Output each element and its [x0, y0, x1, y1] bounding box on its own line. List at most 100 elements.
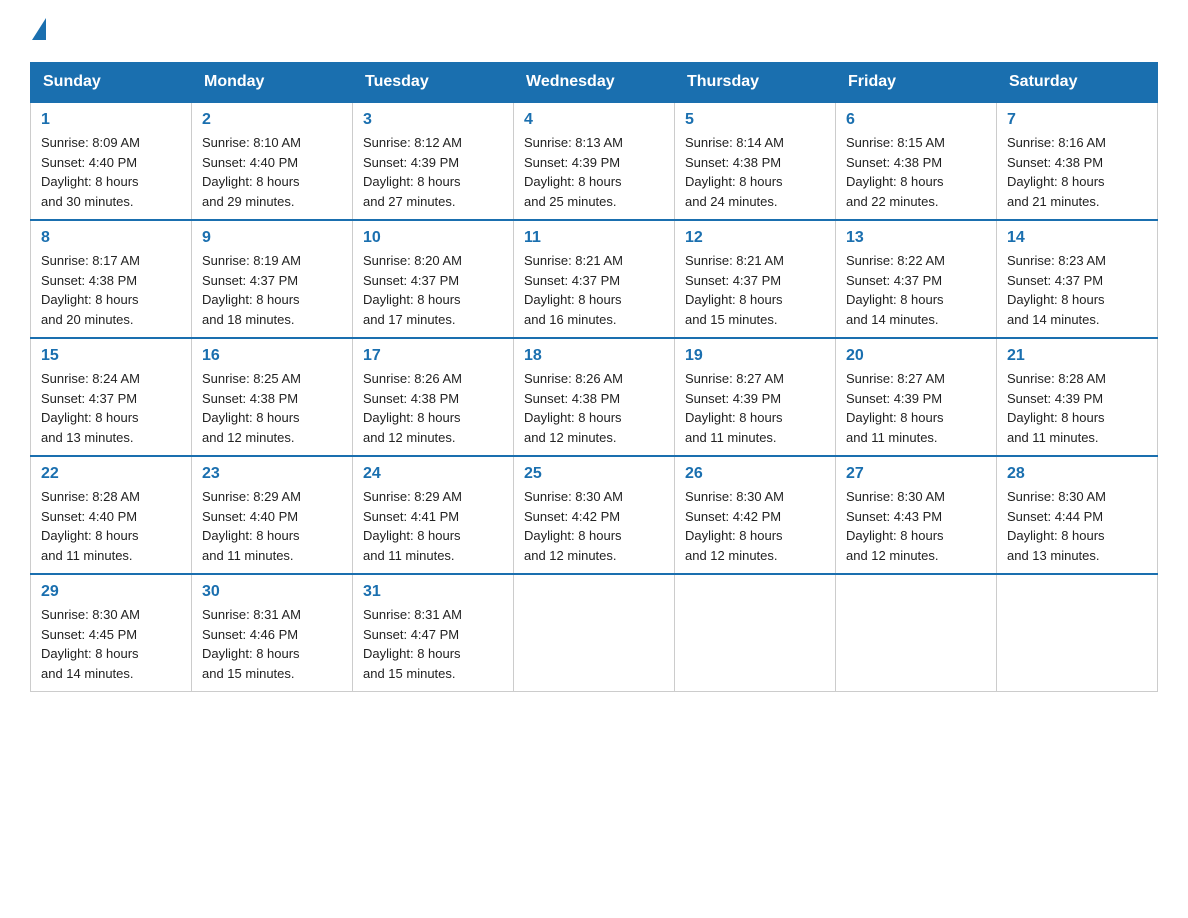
day-cell: 22 Sunrise: 8:28 AMSunset: 4:40 PMDayligh…	[31, 456, 192, 574]
day-number: 23	[202, 465, 342, 483]
logo-triangle-icon	[32, 18, 46, 40]
header-day-wednesday: Wednesday	[514, 63, 675, 103]
day-number: 13	[846, 229, 986, 247]
day-info: Sunrise: 8:14 AMSunset: 4:38 PMDaylight:…	[685, 133, 825, 211]
day-info: Sunrise: 8:30 AMSunset: 4:44 PMDaylight:…	[1007, 487, 1147, 565]
day-number: 16	[202, 347, 342, 365]
day-number: 21	[1007, 347, 1147, 365]
day-cell: 21 Sunrise: 8:28 AMSunset: 4:39 PMDayligh…	[997, 338, 1158, 456]
day-info: Sunrise: 8:31 AMSunset: 4:47 PMDaylight:…	[363, 605, 503, 683]
day-number: 19	[685, 347, 825, 365]
header-day-saturday: Saturday	[997, 63, 1158, 103]
day-info: Sunrise: 8:16 AMSunset: 4:38 PMDaylight:…	[1007, 133, 1147, 211]
day-info: Sunrise: 8:09 AMSunset: 4:40 PMDaylight:…	[41, 133, 181, 211]
day-cell: 18Sunrise: 8:26 AMSunset: 4:38 PMDayligh…	[514, 338, 675, 456]
day-number: 9	[202, 229, 342, 247]
day-cell	[997, 574, 1158, 692]
calendar-header-row: SundayMondayTuesdayWednesdayThursdayFrid…	[31, 63, 1158, 103]
day-cell: 13 Sunrise: 8:22 AMSunset: 4:37 PMDayligh…	[836, 220, 997, 338]
day-number: 31	[363, 583, 503, 601]
day-number: 18	[524, 347, 664, 365]
day-number: 20	[846, 347, 986, 365]
day-info: Sunrise: 8:15 AMSunset: 4:38 PMDaylight:…	[846, 133, 986, 211]
day-cell: 4 Sunrise: 8:13 AMSunset: 4:39 PMDaylight…	[514, 102, 675, 220]
day-info: Sunrise: 8:21 AMSunset: 4:37 PMDaylight:…	[524, 251, 664, 329]
day-info: Sunrise: 8:27 AMSunset: 4:39 PMDaylight:…	[685, 369, 825, 447]
day-cell: 12 Sunrise: 8:21 AMSunset: 4:37 PMDayligh…	[675, 220, 836, 338]
day-cell: 10 Sunrise: 8:20 AMSunset: 4:37 PMDayligh…	[353, 220, 514, 338]
day-number: 15	[41, 347, 181, 365]
day-cell	[836, 574, 997, 692]
day-info: Sunrise: 8:13 AMSunset: 4:39 PMDaylight:…	[524, 133, 664, 211]
day-number: 8	[41, 229, 181, 247]
day-number: 30	[202, 583, 342, 601]
day-number: 3	[363, 111, 503, 129]
header-day-friday: Friday	[836, 63, 997, 103]
day-cell	[514, 574, 675, 692]
day-number: 7	[1007, 111, 1147, 129]
day-cell: 26 Sunrise: 8:30 AMSunset: 4:42 PMDayligh…	[675, 456, 836, 574]
day-cell: 24 Sunrise: 8:29 AMSunset: 4:41 PMDayligh…	[353, 456, 514, 574]
day-number: 27	[846, 465, 986, 483]
day-cell: 16Sunrise: 8:25 AMSunset: 4:38 PMDayligh…	[192, 338, 353, 456]
day-cell: 9 Sunrise: 8:19 AMSunset: 4:37 PMDaylight…	[192, 220, 353, 338]
day-cell: 5 Sunrise: 8:14 AMSunset: 4:38 PMDaylight…	[675, 102, 836, 220]
day-number: 1	[41, 111, 181, 129]
day-number: 26	[685, 465, 825, 483]
day-info: Sunrise: 8:20 AMSunset: 4:37 PMDaylight:…	[363, 251, 503, 329]
page-header	[30, 20, 1158, 42]
week-row-2: 8Sunrise: 8:17 AMSunset: 4:38 PMDaylight…	[31, 220, 1158, 338]
day-info: Sunrise: 8:30 AMSunset: 4:42 PMDaylight:…	[685, 487, 825, 565]
day-cell: 23Sunrise: 8:29 AMSunset: 4:40 PMDayligh…	[192, 456, 353, 574]
calendar-table: SundayMondayTuesdayWednesdayThursdayFrid…	[30, 62, 1158, 692]
day-cell: 15 Sunrise: 8:24 AMSunset: 4:37 PMDayligh…	[31, 338, 192, 456]
day-cell: 2Sunrise: 8:10 AMSunset: 4:40 PMDaylight…	[192, 102, 353, 220]
day-number: 10	[363, 229, 503, 247]
day-cell: 7 Sunrise: 8:16 AMSunset: 4:38 PMDaylight…	[997, 102, 1158, 220]
header-day-monday: Monday	[192, 63, 353, 103]
day-number: 5	[685, 111, 825, 129]
day-number: 14	[1007, 229, 1147, 247]
day-info: Sunrise: 8:30 AMSunset: 4:45 PMDaylight:…	[41, 605, 181, 683]
day-cell: 1 Sunrise: 8:09 AMSunset: 4:40 PMDaylight…	[31, 102, 192, 220]
day-info: Sunrise: 8:23 AMSunset: 4:37 PMDaylight:…	[1007, 251, 1147, 329]
day-number: 29	[41, 583, 181, 601]
header-day-tuesday: Tuesday	[353, 63, 514, 103]
day-info: Sunrise: 8:28 AMSunset: 4:39 PMDaylight:…	[1007, 369, 1147, 447]
day-info: Sunrise: 8:19 AMSunset: 4:37 PMDaylight:…	[202, 251, 342, 329]
day-cell: 11 Sunrise: 8:21 AMSunset: 4:37 PMDayligh…	[514, 220, 675, 338]
logo	[30, 20, 46, 42]
day-cell: 14 Sunrise: 8:23 AMSunset: 4:37 PMDayligh…	[997, 220, 1158, 338]
day-number: 17	[363, 347, 503, 365]
day-info: Sunrise: 8:24 AMSunset: 4:37 PMDaylight:…	[41, 369, 181, 447]
day-info: Sunrise: 8:30 AMSunset: 4:43 PMDaylight:…	[846, 487, 986, 565]
day-cell: 28 Sunrise: 8:30 AMSunset: 4:44 PMDayligh…	[997, 456, 1158, 574]
day-cell: 25Sunrise: 8:30 AMSunset: 4:42 PMDayligh…	[514, 456, 675, 574]
day-number: 12	[685, 229, 825, 247]
day-cell: 29 Sunrise: 8:30 AMSunset: 4:45 PMDayligh…	[31, 574, 192, 692]
day-cell: 17 Sunrise: 8:26 AMSunset: 4:38 PMDayligh…	[353, 338, 514, 456]
day-number: 22	[41, 465, 181, 483]
day-number: 11	[524, 229, 664, 247]
day-info: Sunrise: 8:22 AMSunset: 4:37 PMDaylight:…	[846, 251, 986, 329]
day-number: 24	[363, 465, 503, 483]
day-info: Sunrise: 8:21 AMSunset: 4:37 PMDaylight:…	[685, 251, 825, 329]
day-cell: 6 Sunrise: 8:15 AMSunset: 4:38 PMDaylight…	[836, 102, 997, 220]
day-info: Sunrise: 8:26 AMSunset: 4:38 PMDaylight:…	[363, 369, 503, 447]
day-number: 6	[846, 111, 986, 129]
day-cell: 8Sunrise: 8:17 AMSunset: 4:38 PMDaylight…	[31, 220, 192, 338]
header-day-thursday: Thursday	[675, 63, 836, 103]
day-info: Sunrise: 8:31 AMSunset: 4:46 PMDaylight:…	[202, 605, 342, 683]
week-row-3: 15 Sunrise: 8:24 AMSunset: 4:37 PMDayligh…	[31, 338, 1158, 456]
day-info: Sunrise: 8:28 AMSunset: 4:40 PMDaylight:…	[41, 487, 181, 565]
day-cell: 30 Sunrise: 8:31 AMSunset: 4:46 PMDayligh…	[192, 574, 353, 692]
day-number: 28	[1007, 465, 1147, 483]
day-cell: 3 Sunrise: 8:12 AMSunset: 4:39 PMDaylight…	[353, 102, 514, 220]
day-info: Sunrise: 8:29 AMSunset: 4:41 PMDaylight:…	[363, 487, 503, 565]
day-number: 4	[524, 111, 664, 129]
day-info: Sunrise: 8:12 AMSunset: 4:39 PMDaylight:…	[363, 133, 503, 211]
week-row-5: 29 Sunrise: 8:30 AMSunset: 4:45 PMDayligh…	[31, 574, 1158, 692]
day-cell	[675, 574, 836, 692]
day-cell: 31 Sunrise: 8:31 AMSunset: 4:47 PMDayligh…	[353, 574, 514, 692]
day-cell: 20Sunrise: 8:27 AMSunset: 4:39 PMDayligh…	[836, 338, 997, 456]
